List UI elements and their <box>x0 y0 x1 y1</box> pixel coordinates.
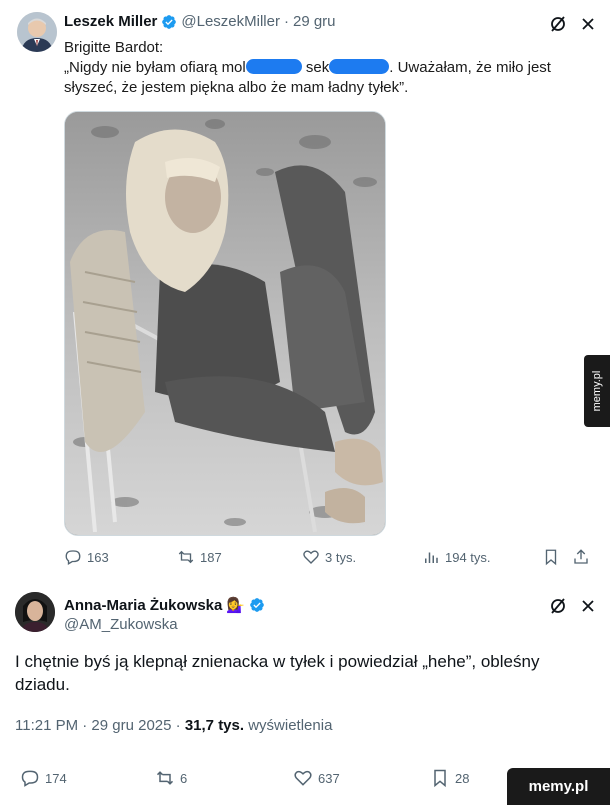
like-button[interactable]: 637 <box>293 768 340 788</box>
reply-icon <box>21 770 39 787</box>
grok-icon[interactable] <box>548 596 568 616</box>
reply-button[interactable]: 174 <box>20 768 67 788</box>
tweet-actions: 163 187 3 tys. 194 tys. <box>64 548 594 572</box>
bookmark-icon <box>545 549 557 566</box>
share-button[interactable] <box>572 548 595 566</box>
emoji-icon: 💁‍♀️ <box>226 597 246 614</box>
repost-button[interactable]: 187 <box>177 548 222 566</box>
reply-button[interactable]: 163 <box>64 548 109 566</box>
tweet-meta: 11:21 PM · 29 gru 2025 · 31,7 tys. wyświ… <box>15 717 332 734</box>
heart-icon <box>303 550 319 564</box>
repost-icon <box>156 771 174 785</box>
repost-count: 187 <box>200 549 222 565</box>
reply-count: 163 <box>87 549 109 565</box>
author-handle[interactable]: @LeszekMiller <box>181 13 280 30</box>
grok-icon[interactable] <box>548 14 568 34</box>
quote-part-b: sek <box>305 59 330 76</box>
views-icon <box>425 552 438 563</box>
tweet-text-line: Brigitte Bardot: <box>64 39 164 56</box>
tweet-header: Leszek Miller @LeszekMiller · 29 gru <box>64 13 336 30</box>
like-count: 637 <box>318 770 340 786</box>
views-label: wyświetlenia <box>244 717 333 734</box>
tweet-leszek-miller[interactable]: Leszek Miller @LeszekMiller · 29 gru Bri… <box>0 0 610 590</box>
separator-dot: · <box>283 13 289 30</box>
more-options-icon[interactable] <box>578 14 598 34</box>
tweet-header: Anna-Maria Żukowska 💁‍♀️ <box>64 596 269 614</box>
repost-icon <box>178 550 194 564</box>
heart-icon <box>294 770 312 786</box>
side-watermark-text: memy.pl <box>591 370 603 412</box>
bookmark-count: 28 <box>455 770 470 786</box>
verified-badge-icon <box>249 597 265 613</box>
share-icon <box>574 549 588 564</box>
bottom-watermark: memy.pl <box>507 768 610 805</box>
views-button[interactable]: 194 tys. <box>422 548 491 566</box>
redaction-mark <box>329 59 390 74</box>
repost-button[interactable]: 6 <box>155 768 187 788</box>
verified-badge-icon <box>161 14 177 30</box>
bookmark-icon <box>434 769 446 788</box>
redaction-mark <box>245 59 302 74</box>
bottom-watermark-text: memy.pl <box>528 778 589 795</box>
reply-count: 174 <box>45 770 67 786</box>
more-options-icon[interactable] <box>578 596 598 616</box>
author-name[interactable]: Anna-Maria Żukowska <box>64 597 222 614</box>
views-count: 194 tys. <box>445 549 491 565</box>
tweet-photo[interactable] <box>64 111 386 536</box>
repost-count: 6 <box>180 770 188 786</box>
tweet-quote: „Nigdy nie byłam ofiarą mol sek. Uważała… <box>64 58 594 98</box>
tweet-timestamp[interactable]: 11:21 PM · 29 gru 2025 · <box>15 717 185 734</box>
author-name[interactable]: Leszek Miller <box>64 13 157 30</box>
tweet-text: Brigitte Bardot: „Nigdy nie byłam ofiarą… <box>64 38 594 98</box>
views-count: 31,7 tys. <box>184 717 245 734</box>
bookmark-button[interactable]: 28 <box>430 768 469 788</box>
avatar[interactable] <box>17 12 57 52</box>
reply-icon <box>65 550 81 565</box>
like-button[interactable]: 3 tys. <box>302 548 356 566</box>
bookmark-button[interactable] <box>542 548 565 566</box>
like-count: 3 tys. <box>325 549 357 565</box>
author-handle[interactable]: @AM_Zukowska <box>64 616 178 633</box>
tweet-date[interactable]: 29 gru <box>293 13 336 30</box>
avatar[interactable] <box>15 592 55 632</box>
tweet-text: I chętnie byś ją klepnął znienacka w tył… <box>15 652 540 694</box>
side-watermark: memy.pl <box>584 355 610 427</box>
quote-part-a: „Nigdy nie byłam ofiarą mol <box>64 59 246 76</box>
